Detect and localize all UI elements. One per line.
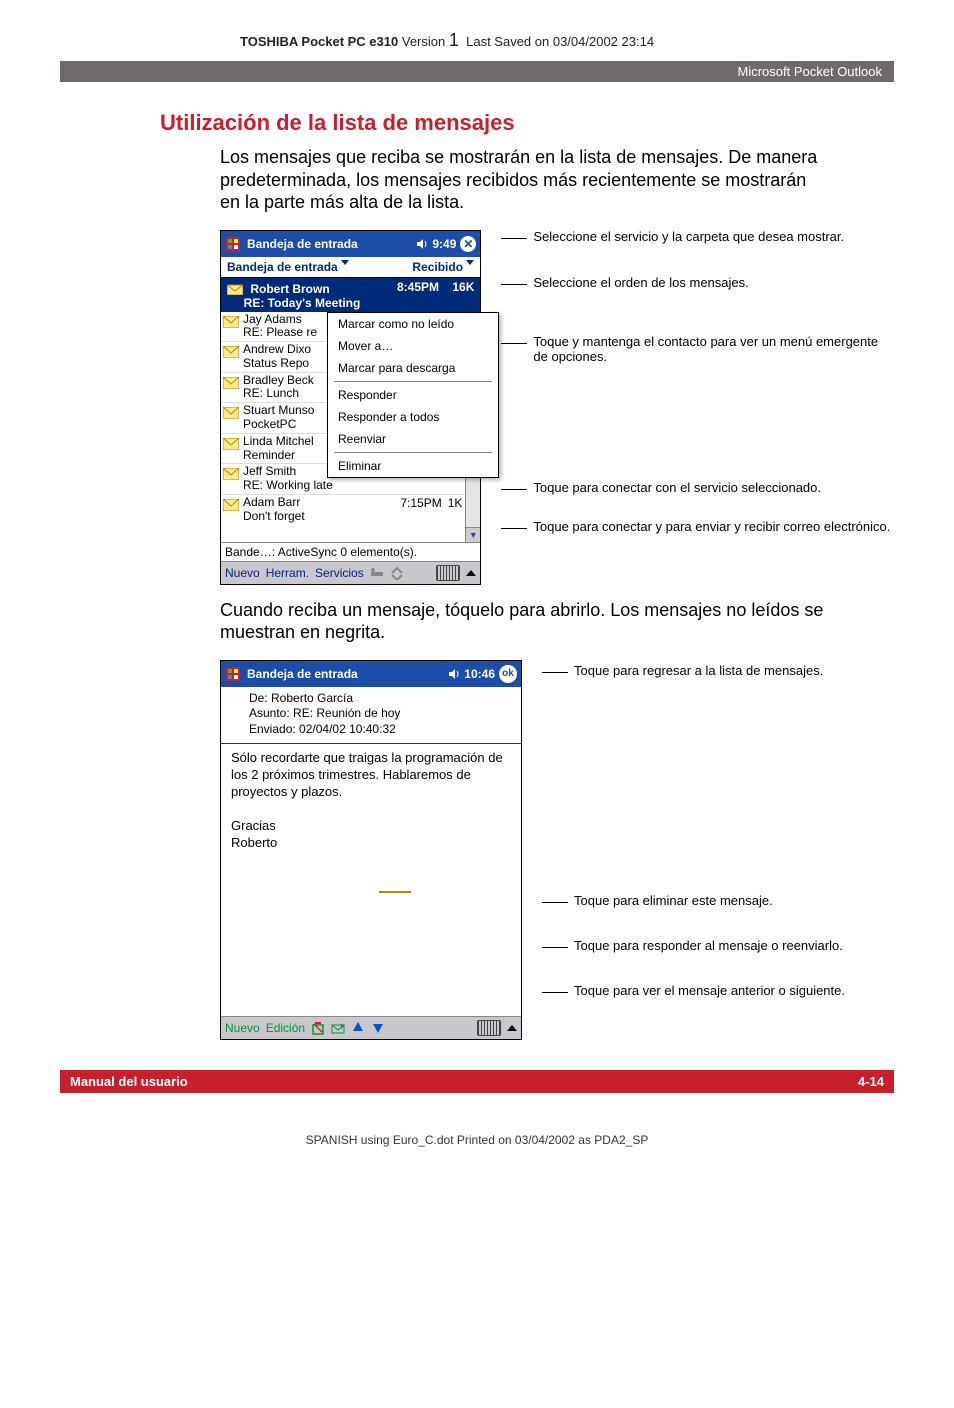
envelope-icon <box>223 346 239 358</box>
callouts-fig1: Seleccione el servicio y la carpeta que … <box>501 230 894 585</box>
menu-item[interactable]: Reenviar <box>328 428 498 450</box>
menu-item[interactable]: Eliminar <box>328 455 498 477</box>
sip-up-icon[interactable] <box>466 570 476 576</box>
status-bar: Bande…: ActiveSync 0 elemento(s). <box>221 542 480 561</box>
doc-header: TOSHIBA Pocket PC e310 Version 1 Last Sa… <box>240 30 894 51</box>
intro-paragraph: Los mensajes que reciba se mostrarán en … <box>220 146 824 214</box>
message-body: Sólo recordarte que traigas la programac… <box>221 744 521 1015</box>
delete-icon[interactable] <box>311 1021 325 1035</box>
connect-icon[interactable] <box>370 566 384 580</box>
envelope-icon <box>223 377 239 389</box>
message-header-info: De: Roberto García Asunto: RE: Reunión d… <box>221 687 521 745</box>
close-icon[interactable]: ✕ <box>460 236 476 252</box>
app-title: Bandeja de entrada <box>243 667 448 681</box>
cmd-edicion[interactable]: Edición <box>266 1021 305 1035</box>
sip-up-icon[interactable] <box>507 1025 517 1031</box>
chevron-down-icon <box>466 260 474 265</box>
clock-time: 10:46 <box>464 667 495 681</box>
prev-icon[interactable] <box>351 1021 365 1035</box>
menu-item[interactable]: Responder a todos <box>328 406 498 428</box>
page-footer: Manual del usuario4-14 <box>60 1070 894 1093</box>
message-row[interactable]: Adam BarrDon't forget 7:15PM1K <box>221 494 466 525</box>
pda-screenshot-2: Bandeja de entrada 10:46 ok De: Roberto … <box>220 660 522 1040</box>
section-heading: Utilización de la lista de mensajes <box>160 110 894 136</box>
envelope-icon <box>223 316 239 328</box>
ok-button[interactable]: ok <box>499 665 517 683</box>
envelope-icon <box>223 438 239 450</box>
chevron-down-icon <box>341 260 349 265</box>
scroll-down-icon[interactable]: ▼ <box>466 527 480 542</box>
pda-screenshot-1: Bandeja de entrada 9:49 ✕ Bandeja de ent… <box>220 230 481 585</box>
menu-item[interactable]: Responder <box>328 384 498 406</box>
reply-icon[interactable] <box>331 1021 345 1035</box>
menu-item[interactable]: Marcar para descarga <box>328 357 498 379</box>
command-bar: Nuevo Edición <box>221 1016 521 1039</box>
context-menu: Marcar como no leído Mover a… Marcar par… <box>327 312 499 478</box>
envelope-icon <box>223 407 239 419</box>
callout-highlight <box>379 891 411 893</box>
volume-icon <box>448 668 460 680</box>
command-bar: Nuevo Herram. Servicios <box>221 561 480 584</box>
sendreceive-icon[interactable] <box>390 566 404 580</box>
start-flag-icon <box>223 234 243 254</box>
menu-item[interactable]: Mover a… <box>328 335 498 357</box>
message-row-selected[interactable]: Robert Brown 8:45PM 16K RE: Today's Meet… <box>221 278 480 312</box>
next-icon[interactable] <box>371 1021 385 1035</box>
callouts-fig2: Toque para regresar a la lista de mensaj… <box>542 660 845 1040</box>
cmd-herram[interactable]: Herram. <box>266 566 309 580</box>
start-flag-icon <box>223 664 243 684</box>
envelope-icon <box>223 499 239 511</box>
cmd-servicios[interactable]: Servicios <box>315 566 364 580</box>
menu-item[interactable]: Marcar como no leído <box>328 313 498 335</box>
mid-paragraph: Cuando reciba un mensaje, tóquelo para a… <box>220 599 824 644</box>
envelope-open-icon <box>227 283 243 295</box>
keyboard-icon[interactable] <box>477 1020 501 1036</box>
volume-icon <box>416 238 428 250</box>
app-title: Bandeja de entrada <box>243 237 416 251</box>
cmd-nuevo[interactable]: Nuevo <box>225 566 260 580</box>
list-subheader[interactable]: Bandeja de entrada Recibido <box>221 257 480 278</box>
keyboard-icon[interactable] <box>436 565 460 581</box>
clock-time: 9:49 <box>432 237 456 251</box>
cmd-nuevo[interactable]: Nuevo <box>225 1021 260 1035</box>
print-footnote: SPANISH using Euro_C.dot Printed on 03/0… <box>60 1133 894 1147</box>
envelope-icon <box>223 468 239 480</box>
chapter-bar: Microsoft Pocket Outlook <box>60 61 894 82</box>
